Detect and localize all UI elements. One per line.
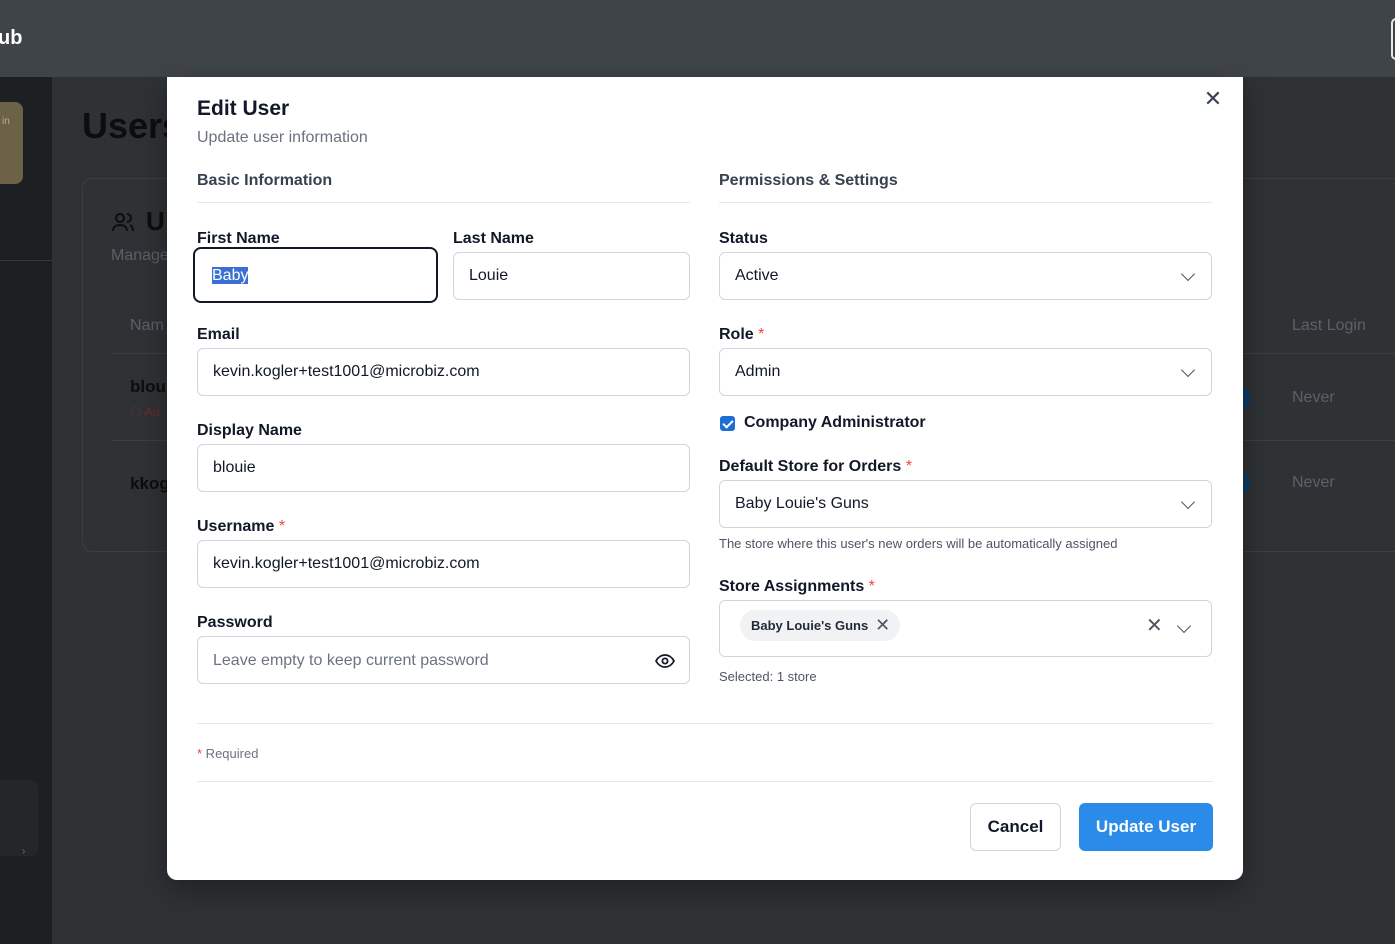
required-asterisk: * — [868, 578, 875, 595]
users-card-subtitle: Manage — [111, 247, 169, 264]
sidebar-divider — [0, 260, 52, 261]
chevron-right-icon[interactable]: › — [22, 846, 25, 857]
required-asterisk: * — [758, 326, 765, 343]
users-card-title: U — [146, 206, 165, 236]
chevron-down-icon[interactable] — [1176, 618, 1192, 634]
role-label-text: Role — [719, 326, 754, 343]
required-note: * Required — [197, 746, 258, 761]
company-admin-label[interactable]: Company Administrator — [744, 414, 926, 432]
default-store-select[interactable]: Baby Louie's Guns — [719, 480, 1212, 528]
column-header-last-login[interactable]: Last Login — [1292, 317, 1366, 335]
store-assignments-label: Store Assignments * — [719, 578, 875, 596]
password-input[interactable]: Leave empty to keep current password — [197, 636, 690, 684]
role-select[interactable]: Admin — [719, 348, 1212, 396]
store-assignments-label-text: Store Assignments — [719, 578, 865, 595]
update-user-button[interactable]: Update User — [1079, 803, 1213, 851]
default-store-label-text: Default Store for Orders — [719, 458, 902, 475]
profile-button[interactable] — [1391, 18, 1395, 60]
username-label: Username * — [197, 518, 285, 536]
table-row-last-login: Never — [1292, 389, 1335, 406]
store-chip: Baby Louie's Guns ✕ — [740, 610, 901, 641]
role-badge: ⬡ Ad — [130, 404, 161, 419]
chevron-down-icon — [1180, 362, 1196, 378]
first-name-input[interactable]: Baby — [193, 247, 438, 303]
email-value: kevin.kogler+test1001@microbiz.com — [213, 363, 480, 380]
top-navbar: ub — [0, 0, 1395, 77]
store-assignments-helper: Selected: 1 store — [719, 669, 817, 684]
role-badge-text: Ad — [144, 404, 161, 419]
footer-divider — [197, 781, 1213, 782]
section-title-basic: Basic Information — [197, 172, 333, 189]
default-store-label: Default Store for Orders * — [719, 458, 912, 476]
status-value: Active — [735, 267, 779, 284]
dialog-subtitle: Update user information — [197, 129, 368, 146]
users-icon — [111, 210, 135, 240]
display-name-value: blouie — [213, 459, 256, 476]
required-note-text: Required — [202, 746, 259, 761]
cancel-button[interactable]: Cancel — [970, 803, 1061, 851]
sidebar-card-text: in — [2, 116, 10, 127]
table-row-name[interactable]: bloui — [130, 377, 171, 397]
email-input[interactable]: kevin.kogler+test1001@microbiz.com — [197, 348, 690, 396]
chevron-down-icon — [1180, 494, 1196, 510]
default-store-value: Baby Louie's Guns — [735, 495, 869, 512]
email-label: Email — [197, 326, 240, 343]
last-name-label: Last Name — [453, 230, 534, 247]
last-name-value: Louie — [469, 267, 509, 284]
first-name-value: Baby — [212, 267, 249, 284]
username-label-text: Username — [197, 518, 275, 535]
password-label: Password — [197, 614, 273, 631]
username-value: kevin.kogler+test1001@microbiz.com — [213, 555, 480, 572]
store-chip-label: Baby Louie's Guns — [751, 618, 869, 633]
section-divider — [719, 202, 1212, 203]
first-name-label: First Name — [197, 230, 280, 247]
sidebar-user-panel[interactable] — [0, 780, 38, 856]
section-title-permissions: Permissions & Settings — [719, 172, 898, 189]
role-label: Role * — [719, 326, 764, 344]
username-input[interactable]: kevin.kogler+test1001@microbiz.com — [197, 540, 690, 588]
display-name-label: Display Name — [197, 422, 302, 439]
table-row-last-login: Never — [1292, 474, 1335, 491]
footer-divider — [197, 723, 1213, 724]
company-admin-checkbox[interactable] — [720, 416, 735, 431]
remove-chip-icon[interactable]: ✕ — [875, 610, 890, 641]
status-select[interactable]: Active — [719, 252, 1212, 300]
clear-all-icon[interactable]: ✕ — [1146, 613, 1163, 638]
section-divider — [197, 202, 690, 203]
dialog-title: Edit User — [197, 97, 290, 120]
sidebar-card[interactable]: in — [0, 102, 23, 184]
role-value: Admin — [735, 363, 781, 380]
display-name-input[interactable]: blouie — [197, 444, 690, 492]
status-label: Status — [719, 230, 768, 247]
edit-user-dialog: ✕ Edit User Update user information Basi… — [167, 77, 1243, 880]
table-row-name[interactable]: kkog — [130, 474, 170, 494]
brand-logo-text: ub — [0, 27, 23, 49]
chevron-down-icon — [1180, 266, 1196, 282]
close-icon[interactable]: ✕ — [1201, 88, 1225, 112]
default-store-helper: The store where this user's new orders w… — [719, 536, 1118, 551]
last-name-input[interactable]: Louie — [453, 252, 690, 300]
eye-icon[interactable] — [654, 653, 676, 674]
store-assignments-multiselect[interactable]: Baby Louie's Guns ✕ ✕ — [719, 600, 1212, 657]
password-placeholder: Leave empty to keep current password — [213, 652, 489, 669]
required-asterisk: * — [905, 458, 912, 475]
required-asterisk: * — [278, 518, 286, 535]
column-header-name[interactable]: Nam — [130, 317, 164, 335]
